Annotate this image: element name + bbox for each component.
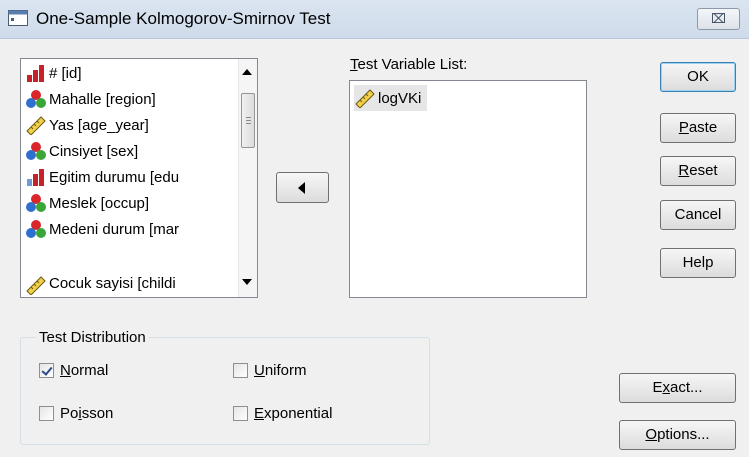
test-distribution-legend: Test Distribution: [36, 329, 149, 346]
paste-button[interactable]: Paste: [660, 113, 736, 143]
scale-ruler-icon: [355, 89, 375, 108]
test-distribution-group: [20, 337, 430, 445]
exponential-checkbox[interactable]: Exponential: [233, 405, 332, 422]
scroll-thumb[interactable]: [241, 93, 255, 148]
checkbox-icon[interactable]: [39, 406, 54, 421]
scroll-up-icon[interactable]: [242, 69, 252, 75]
scale-nominal-bar-icon: [27, 65, 44, 82]
nominal-balls-icon: [26, 194, 46, 212]
scale-ruler-icon: [26, 116, 46, 135]
ordinal-bar-icon: [27, 169, 44, 186]
exact-button[interactable]: Exact...: [619, 373, 736, 403]
list-item[interactable]: Cinsiyet [sex]: [25, 139, 138, 163]
options-button[interactable]: Options...: [619, 420, 736, 450]
help-button[interactable]: Help: [660, 248, 736, 278]
scale-ruler-icon: [26, 276, 46, 295]
normal-checkbox[interactable]: Normal: [39, 362, 108, 379]
checkbox-icon[interactable]: [233, 406, 248, 421]
window-title: One-Sample Kolmogorov-Smirnov Test: [36, 9, 331, 28]
list-item[interactable]: Medeni durum [mar: [25, 217, 179, 241]
nominal-balls-icon: [26, 220, 46, 238]
poisson-checkbox[interactable]: Poisson: [39, 405, 113, 422]
list-item[interactable]: Egitim durumu [edu: [25, 165, 179, 189]
test-variable-list-label: Test Variable List:: [350, 56, 468, 73]
list-item[interactable]: # [id]: [25, 61, 82, 85]
reset-button[interactable]: Reset: [660, 156, 736, 186]
title-bar: One-Sample Kolmogorov-Smirnov Test ⌧: [0, 0, 749, 39]
list-item[interactable]: Cocuk sayisi [childi: [25, 275, 176, 295]
list-item[interactable]: Mahalle [region]: [25, 87, 156, 111]
uniform-checkbox[interactable]: Uniform: [233, 362, 307, 379]
vertical-scrollbar[interactable]: [238, 59, 257, 297]
list-item[interactable]: Yas [age_year]: [25, 113, 149, 137]
nominal-balls-icon: [26, 90, 46, 108]
cancel-button[interactable]: Cancel: [660, 200, 736, 230]
arrow-left-icon: [298, 182, 305, 194]
scroll-down-icon[interactable]: [242, 279, 252, 285]
list-item[interactable]: logVKi: [354, 85, 428, 111]
list-item[interactable]: Meslek [occup]: [25, 191, 149, 215]
app-window-icon: [8, 10, 28, 26]
checkbox-checked-icon[interactable]: [39, 363, 54, 378]
source-variable-list[interactable]: # [id] Mahalle [region] Yas [age_year] C…: [20, 58, 258, 298]
nominal-balls-icon: [26, 142, 46, 160]
checkbox-icon[interactable]: [233, 363, 248, 378]
ok-button[interactable]: OK: [660, 62, 736, 92]
close-button[interactable]: ⌧: [697, 8, 740, 30]
move-variable-button[interactable]: [276, 172, 329, 203]
test-variable-list[interactable]: logVKi: [349, 80, 587, 298]
close-icon: ⌧: [711, 11, 726, 26]
